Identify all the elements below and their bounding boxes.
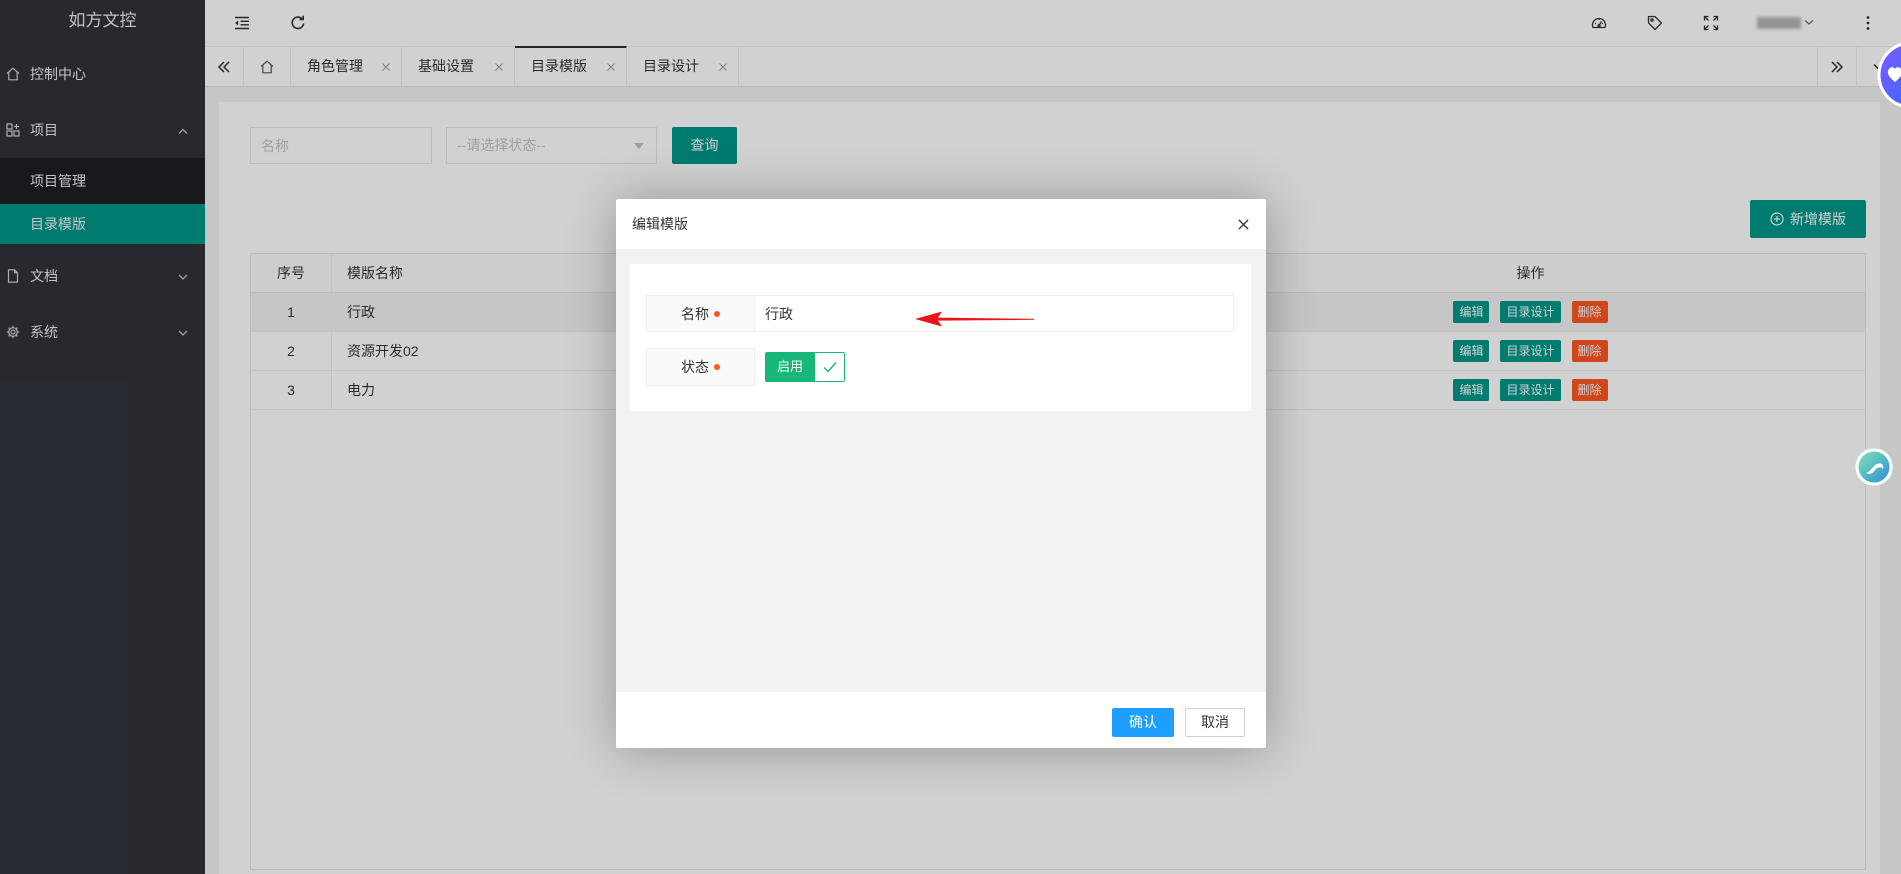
name-label-text: 名称 (681, 305, 709, 322)
close-icon[interactable] (1237, 218, 1250, 231)
dialog-title: 编辑模版 (632, 216, 688, 232)
edit-template-dialog: 编辑模版 名称 状态 启用 确认 取消 (616, 199, 1266, 748)
required-indicator (714, 310, 720, 317)
status-checkbox-label: 启用 (765, 352, 815, 382)
status-enabled-checkbox[interactable]: 启用 (765, 352, 845, 382)
cancel-button[interactable]: 取消 (1185, 708, 1245, 737)
floating-assistant-button[interactable] (1854, 447, 1894, 487)
status-field-label: 状态 (646, 348, 755, 386)
required-indicator (714, 364, 720, 370)
dialog-footer: 确认 取消 (616, 692, 1266, 748)
status-label-text: 状态 (681, 359, 709, 375)
name-field-label: 名称 (646, 295, 755, 332)
dialog-header: 编辑模版 (616, 199, 1266, 250)
floating-extension-widget[interactable] (1868, 38, 1901, 120)
confirm-button[interactable]: 确认 (1112, 708, 1174, 737)
red-annotation-arrow (906, 307, 1046, 331)
check-icon (815, 352, 845, 382)
edit-form: 名称 状态 启用 (630, 264, 1251, 411)
